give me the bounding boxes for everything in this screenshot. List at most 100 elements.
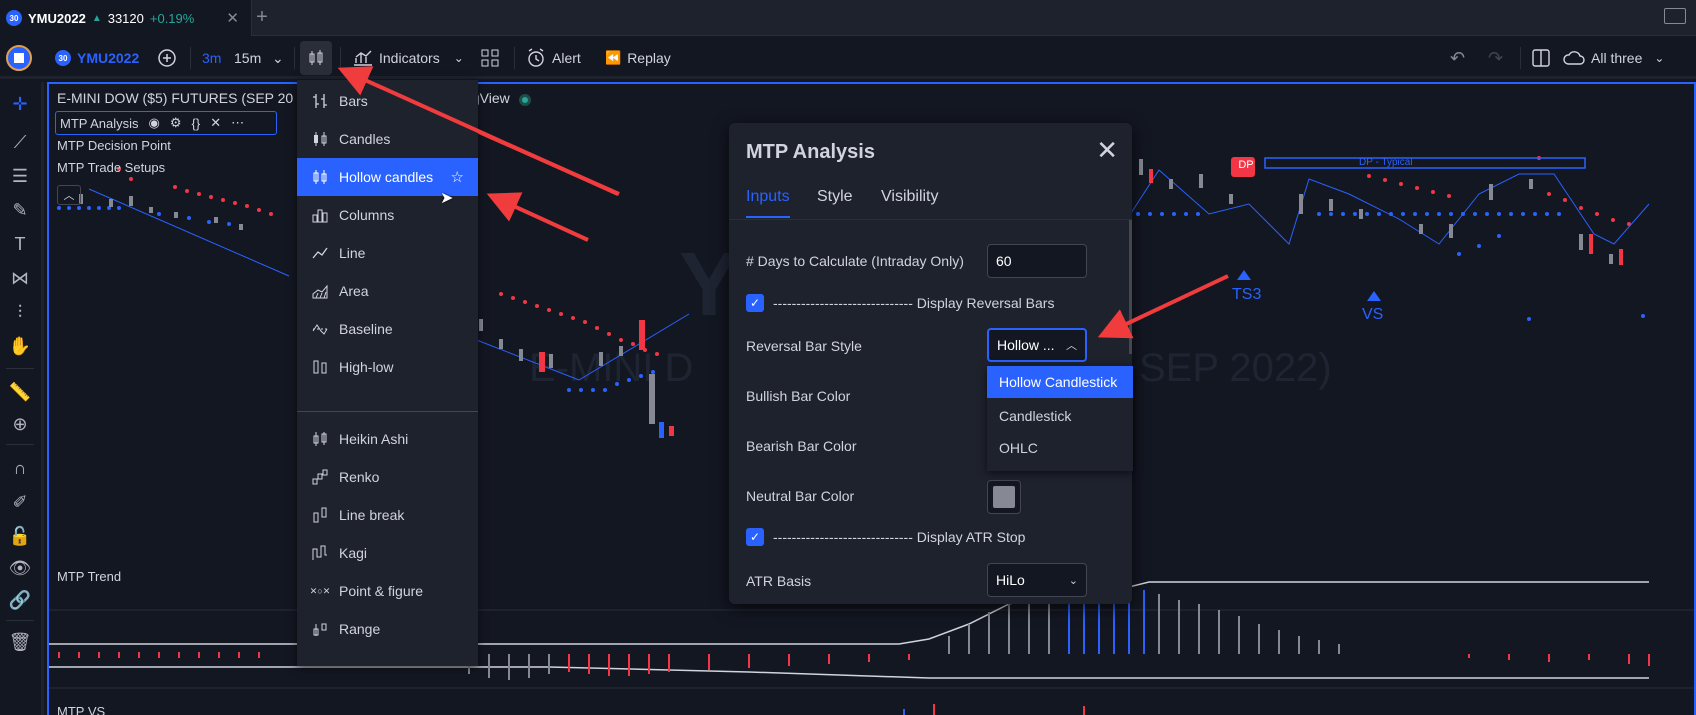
bars-icon xyxy=(311,92,329,110)
redo-icon[interactable]: ↷ xyxy=(1488,37,1503,79)
alert-label: Alert xyxy=(552,50,581,66)
dp-marker: DP xyxy=(1238,159,1254,171)
market-status-dot xyxy=(519,94,531,106)
undo-icon[interactable]: ↶ xyxy=(1450,37,1465,79)
atr-basis-select[interactable]: HiLo ⌄ xyxy=(987,563,1087,597)
trend-line-icon[interactable]: ⟋ xyxy=(8,130,32,154)
fib-icon[interactable]: ☰ xyxy=(8,164,32,188)
pattern-icon[interactable]: ⋈ xyxy=(8,266,32,290)
trash-icon[interactable]: 🗑 xyxy=(8,630,32,654)
chart-type-area[interactable]: Area xyxy=(297,272,478,310)
chart-type-range[interactable]: Range xyxy=(297,610,478,648)
more-icon[interactable]: ⋯ xyxy=(231,115,244,131)
hand-icon[interactable]: ✋ xyxy=(8,334,32,358)
close-dialog-icon[interactable]: ✕ xyxy=(1096,135,1118,166)
study-legend-decision-point[interactable]: MTP Decision Point xyxy=(57,138,171,153)
pane-label-mtp-trend: MTP Trend xyxy=(57,569,122,584)
symbol-tab[interactable]: 30 YMU2022 ▲ 33120 +0.19% ✕ xyxy=(0,0,252,36)
interval-3m-button[interactable]: 3m xyxy=(202,37,221,79)
close-tab-icon[interactable]: ✕ xyxy=(226,9,239,27)
reversal-style-label: Reversal Bar Style xyxy=(746,338,862,354)
title-bar: 30 YMU2022 ▲ 33120 +0.19% ✕ + xyxy=(0,0,1696,36)
dialog-title: MTP Analysis xyxy=(746,141,875,163)
days-input[interactable]: 60 xyxy=(987,244,1087,278)
tab-price: 33120 xyxy=(107,10,144,26)
dialog-scrollbar[interactable] xyxy=(1129,220,1132,354)
symbol-search-button[interactable]: 30 YMU2022 xyxy=(55,37,139,79)
interval-15m-button[interactable]: 15m xyxy=(234,37,261,79)
neutral-color-label: Neutral Bar Color xyxy=(746,488,855,504)
chart-type-baseline[interactable]: Baseline xyxy=(297,310,478,348)
link-icon[interactable]: 🔗 xyxy=(8,588,32,612)
alert-button[interactable]: Alert xyxy=(526,37,581,79)
range-icon xyxy=(311,620,329,638)
favorite-star-icon[interactable]: ☆ xyxy=(451,168,464,186)
magnet-icon[interactable]: ∩ xyxy=(8,456,32,480)
tab-symbol: YMU2022 xyxy=(28,10,86,26)
window-layout-icon[interactable] xyxy=(1664,8,1686,24)
avatar-icon xyxy=(6,45,32,71)
indicators-button[interactable]: Indicators ⌄ xyxy=(353,37,464,79)
layout-button[interactable] xyxy=(1532,37,1550,79)
save-layout-button[interactable]: All three ⌄ xyxy=(1563,37,1664,79)
study-legend-trade-setups[interactable]: MTP Trade Setups xyxy=(57,160,165,175)
crosshair-icon[interactable]: ✛ xyxy=(8,92,32,116)
option-candlestick[interactable]: Candlestick xyxy=(987,400,1133,432)
hollow-candles-icon xyxy=(311,168,329,186)
tab-visibility[interactable]: Visibility xyxy=(881,188,939,218)
toolbar-symbol: YMU2022 xyxy=(77,50,140,66)
chart-type-bars[interactable]: Bars xyxy=(297,82,478,120)
tab-style[interactable]: Style xyxy=(817,188,853,218)
templates-button[interactable] xyxy=(481,37,499,79)
chart-type-high-low[interactable]: High-low xyxy=(297,348,478,386)
chart-type-heikin-ashi[interactable]: Heikin Ashi xyxy=(297,420,478,458)
display-reversal-checkbox[interactable]: ✓ xyxy=(746,294,764,312)
pane-label-mtp-vs: MTP VS xyxy=(57,704,106,715)
new-tab-button[interactable]: + xyxy=(250,6,274,29)
lock-drawing-icon[interactable]: ✐ xyxy=(8,490,32,514)
layout-icon xyxy=(1532,49,1550,67)
chevron-down-icon: ⌄ xyxy=(453,51,464,65)
reversal-style-select[interactable]: Hollow ... ︿ xyxy=(987,328,1087,362)
eye-icon[interactable]: ◉ xyxy=(149,115,160,131)
layout-name: All three xyxy=(1591,50,1643,66)
prediction-icon[interactable]: ⫶ xyxy=(8,300,32,324)
tab-inputs[interactable]: Inputs xyxy=(746,188,790,218)
candles-icon xyxy=(311,130,329,148)
zoom-in-icon[interactable]: ⊕ xyxy=(8,412,32,436)
user-avatar[interactable] xyxy=(6,37,32,79)
ruler-icon[interactable]: 📏 xyxy=(8,380,32,404)
eye-icon[interactable]: 👁 xyxy=(8,556,32,580)
display-atr-checkbox[interactable]: ✓ xyxy=(746,528,764,546)
option-ohlc[interactable]: OHLC xyxy=(987,432,1133,464)
interval-dropdown-chevron-icon[interactable]: ⌄ xyxy=(272,37,284,79)
unlock-icon[interactable]: 🔓 xyxy=(8,524,32,548)
collapse-legend-chevron-up-icon[interactable]: ︿ xyxy=(57,185,81,205)
display-reversal-label: ------------------------------ Display R… xyxy=(773,295,1055,311)
area-icon xyxy=(311,282,329,300)
chart-type-line-break[interactable]: Line break xyxy=(297,496,478,534)
replay-button[interactable]: ⏪ Replay xyxy=(605,37,671,79)
columns-icon xyxy=(311,206,329,224)
indicators-label: Indicators xyxy=(379,50,440,66)
gear-icon[interactable]: ⚙ xyxy=(170,115,182,131)
close-icon[interactable]: ✕ xyxy=(210,115,221,131)
text-icon[interactable]: T xyxy=(8,232,32,256)
chart-type-candles[interactable]: Candles xyxy=(297,120,478,158)
source-code-icon[interactable]: {} xyxy=(192,116,201,131)
kagi-icon xyxy=(311,544,329,562)
rewind-icon: ⏪ xyxy=(605,50,622,65)
chevron-up-icon: ︿ xyxy=(1066,340,1077,352)
chart-type-button[interactable] xyxy=(300,41,332,75)
top-toolbar: 30 YMU2022 3m 15m ⌄ Indicators ⌄ Alert ⏪… xyxy=(0,37,1696,79)
compare-button[interactable] xyxy=(157,37,177,79)
chart-type-line[interactable]: Line xyxy=(297,234,478,272)
neutral-color-swatch[interactable] xyxy=(987,480,1021,514)
option-hollow-candlestick[interactable]: Hollow Candlestick xyxy=(987,366,1133,398)
chart-type-point-figure[interactable]: ✕○✕ Point & figure xyxy=(297,572,478,610)
chart-type-kagi[interactable]: Kagi xyxy=(297,534,478,572)
mtp-analysis-settings-dialog: MTP Analysis ✕ Inputs Style Visibility #… xyxy=(729,123,1132,604)
study-legend-mtp-analysis[interactable]: MTP Analysis ◉ ⚙ {} ✕ ⋯ xyxy=(55,111,277,135)
chart-type-renko[interactable]: Renko xyxy=(297,458,478,496)
brush-icon[interactable]: ✎ xyxy=(8,198,32,222)
